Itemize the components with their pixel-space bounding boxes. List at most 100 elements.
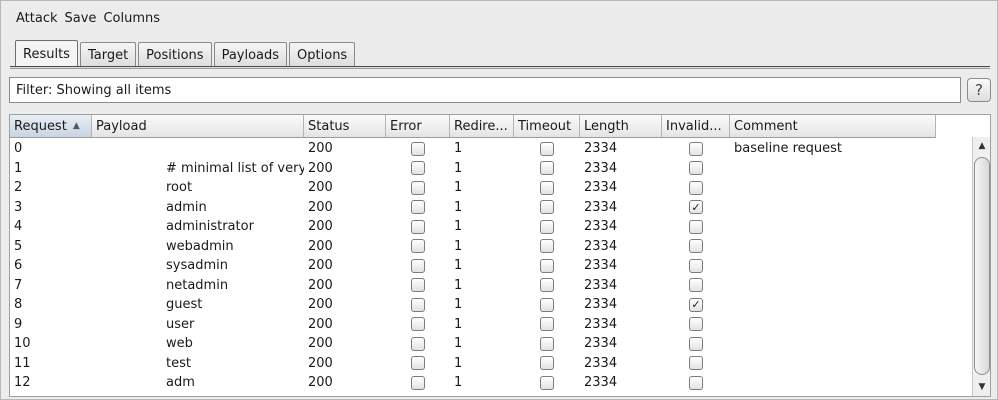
column-header-length[interactable]: Length <box>580 115 662 137</box>
menu-save[interactable]: Save <box>65 11 97 26</box>
column-header-status[interactable]: Status <box>304 115 386 137</box>
timeout-checkbox <box>540 258 554 273</box>
table-row[interactable]: 11 test 200 1 2334 <box>10 354 936 374</box>
menu-columns[interactable]: Columns <box>103 11 160 26</box>
cell-invalid <box>662 217 730 237</box>
cell-comment <box>730 178 936 198</box>
cell-payload: adm <box>166 375 195 391</box>
cell-timeout <box>514 256 580 276</box>
table-row[interactable]: 1 # minimal list of very com...200 1 2334 <box>10 159 936 179</box>
cell-comment: baseline request <box>734 141 842 157</box>
cell-request: 7 <box>14 277 23 293</box>
cell-comment <box>730 159 936 179</box>
tab-strip: Results Target Positions Payloads Option… <box>15 40 357 67</box>
cell-payload: guest <box>166 297 203 313</box>
column-header-label: Timeout <box>518 118 572 134</box>
table-row[interactable]: 7 netadmin 200 1 2334 <box>10 276 936 296</box>
cell-length: 2334 <box>584 277 618 293</box>
table-row[interactable]: 10 web 200 1 2334 <box>10 334 936 354</box>
table-row[interactable]: 0 200 1 2334 baseline request <box>10 139 936 159</box>
column-header-label: Redire... <box>454 118 508 134</box>
tab-results[interactable]: Results <box>15 40 78 67</box>
scroll-up-arrow-icon[interactable]: ▲ <box>975 139 989 153</box>
error-checkbox <box>411 161 425 176</box>
cell-error <box>386 373 450 393</box>
cell-timeout <box>514 139 580 159</box>
cell-length: 2334 <box>584 160 618 176</box>
column-header-request[interactable]: Request ▲ <box>10 115 92 137</box>
scrollbar-thumb[interactable] <box>974 157 990 375</box>
error-checkbox <box>411 356 425 371</box>
column-header-payload[interactable]: Payload <box>92 115 304 137</box>
cell-length: 2334 <box>584 258 618 274</box>
cell-request: 10 <box>14 336 31 352</box>
column-header-comment[interactable]: Comment <box>730 115 936 137</box>
cell-redirects: 1 <box>454 141 463 157</box>
cell-error <box>386 276 450 296</box>
cell-timeout <box>514 295 580 315</box>
timeout-checkbox <box>540 375 554 390</box>
table-row[interactable]: 9 user 200 1 2334 <box>10 315 936 335</box>
filter-bar[interactable]: Filter: Showing all items <box>9 77 961 103</box>
cell-length: 2334 <box>584 375 618 391</box>
timeout-checkbox <box>540 356 554 371</box>
cell-length: 2334 <box>584 199 618 215</box>
cell-invalid: ✓ <box>662 295 730 315</box>
cell-comment <box>730 354 936 374</box>
cell-status: 200 <box>308 258 333 274</box>
table-body: 0 200 1 2334 baseline request 1 # minimal list… <box>10 139 936 393</box>
cell-length: 2334 <box>584 219 618 235</box>
menu-attack[interactable]: Attack <box>16 11 58 26</box>
cell-comment <box>730 295 936 315</box>
error-checkbox <box>411 375 425 390</box>
column-header-timeout[interactable]: Timeout <box>514 115 580 137</box>
cell-timeout <box>514 315 580 335</box>
cell-comment <box>730 217 936 237</box>
invalid-checkbox <box>689 258 703 273</box>
table-row[interactable]: 12 adm 200 1 2334 <box>10 373 936 393</box>
scroll-down-arrow-icon[interactable]: ▼ <box>975 380 989 394</box>
cell-comment <box>730 276 936 296</box>
check-icon: ✓ <box>691 200 701 214</box>
error-checkbox <box>411 141 425 156</box>
cell-comment <box>730 315 936 335</box>
invalid-checkbox <box>689 219 703 234</box>
table-row[interactable]: 4 administrator 200 1 2334 <box>10 217 936 237</box>
timeout-checkbox <box>540 297 554 312</box>
cell-request: 5 <box>14 238 23 254</box>
table-row[interactable]: 8 guest 200 1 2334 ✓ <box>10 295 936 315</box>
column-header-invalid[interactable]: Invalid... <box>662 115 730 137</box>
cell-status: 200 <box>308 277 333 293</box>
tab-payloads[interactable]: Payloads <box>213 42 288 67</box>
table-row[interactable]: 6 sysadmin 200 1 2334 <box>10 256 936 276</box>
cell-redirects: 1 <box>454 316 463 332</box>
cell-payload: admin <box>166 199 207 215</box>
cell-invalid <box>662 256 730 276</box>
tab-target[interactable]: Target <box>79 42 137 67</box>
cell-comment <box>730 237 936 257</box>
tab-options[interactable]: Options <box>289 42 356 67</box>
cell-redirects: 1 <box>454 297 463 313</box>
column-header-label: Status <box>308 118 350 134</box>
error-checkbox <box>411 258 425 273</box>
cell-request: 6 <box>14 258 23 274</box>
cell-invalid <box>662 276 730 296</box>
table-row[interactable]: 2 root 200 1 2334 <box>10 178 936 198</box>
column-header-redirects[interactable]: Redire... <box>450 115 514 137</box>
timeout-checkbox <box>540 336 554 351</box>
help-button[interactable]: ? <box>967 78 991 102</box>
cell-timeout <box>514 373 580 393</box>
tab-positions[interactable]: Positions <box>138 42 212 67</box>
table-row[interactable]: 3 admin 200 1 2334 ✓ <box>10 198 936 218</box>
vertical-scrollbar[interactable]: ▲ ▼ <box>972 137 990 396</box>
cell-comment <box>730 334 936 354</box>
cell-redirects: 1 <box>454 238 463 254</box>
table-row[interactable]: 5 webadmin 200 1 2334 <box>10 237 936 257</box>
cell-invalid <box>662 315 730 335</box>
results-table: Request ▲ Payload Status Error Redire...… <box>9 114 991 397</box>
cell-request: 11 <box>14 355 31 371</box>
cell-error <box>386 178 450 198</box>
cell-error <box>386 217 450 237</box>
column-header-error[interactable]: Error <box>386 115 450 137</box>
cell-status: 200 <box>308 199 333 215</box>
